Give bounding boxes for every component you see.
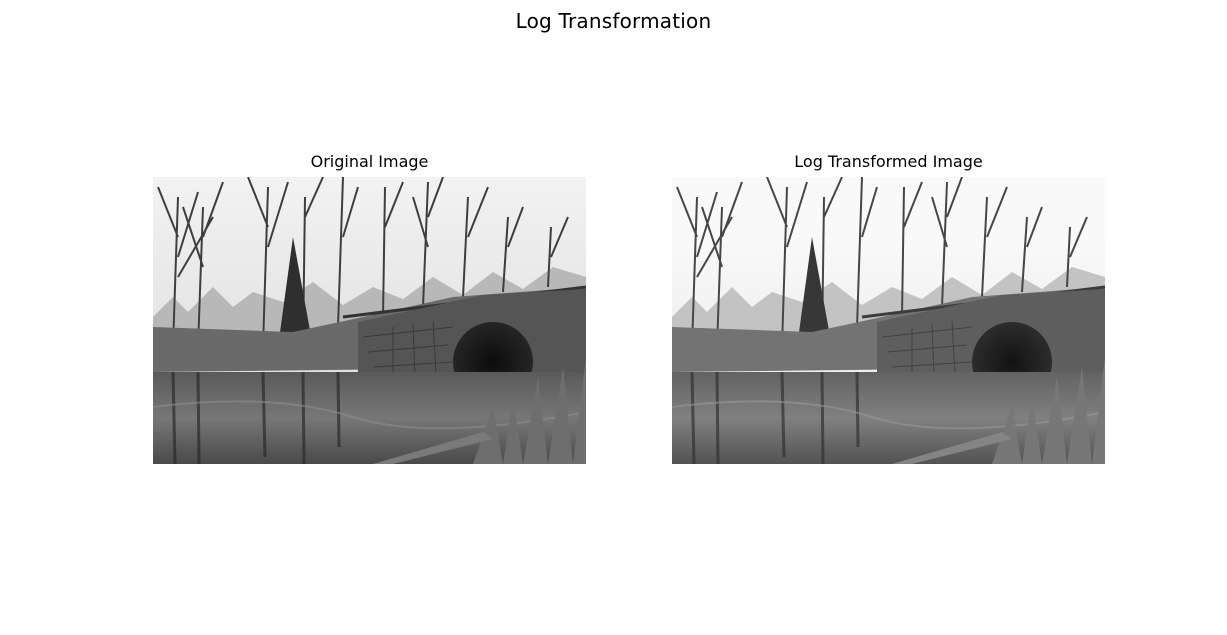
log-transformed-image-title: Log Transformed Image bbox=[794, 152, 983, 171]
figure-title: Log Transformation bbox=[515, 9, 712, 33]
original-image-title: Original Image bbox=[310, 152, 429, 171]
original-image-panel: Original Image bbox=[153, 150, 586, 464]
log-transformed-image-panel: Log Transformed Image bbox=[672, 150, 1105, 464]
original-image bbox=[153, 177, 586, 464]
log-transformed-image bbox=[672, 177, 1105, 464]
